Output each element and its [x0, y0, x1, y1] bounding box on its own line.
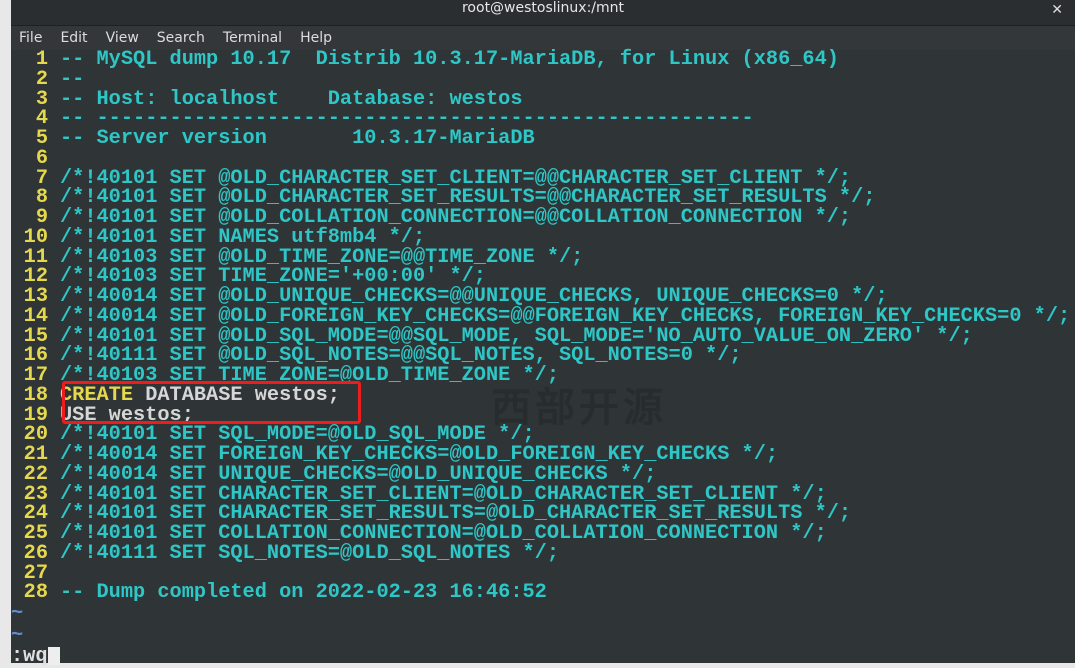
line-number: 6: [35, 146, 48, 170]
line-number: 14: [23, 304, 48, 328]
line-number: 10: [23, 225, 48, 249]
line-number: 18: [23, 383, 48, 407]
line-text: -- Dump completed on 2022-02-23 16:46:52: [60, 581, 547, 605]
code-line: 5 -- Server version 10.3.17-MariaDB: [11, 127, 1075, 150]
menu-help[interactable]: Help: [300, 26, 332, 50]
command-text: :wq: [11, 645, 48, 668]
highlight-box: [62, 381, 361, 424]
line-number: 17: [23, 364, 48, 387]
line-number: 13: [23, 285, 48, 308]
line-text: -- MySQL dump 10.17 Distrib 10.3.17-Mari…: [60, 48, 839, 71]
command-line[interactable]: :wq: [11, 646, 1075, 668]
watermark: 西部开源: [491, 385, 667, 431]
line-number: 22: [23, 462, 48, 486]
line-number: 9: [35, 206, 48, 229]
line-number: 26: [23, 541, 48, 565]
line-number: 5: [35, 127, 48, 150]
menu-edit[interactable]: Edit: [60, 26, 87, 50]
menu-file[interactable]: File: [19, 26, 42, 50]
empty-line-tilde: ~: [11, 623, 24, 647]
text-cursor: [47, 646, 60, 665]
title-bar: root@westoslinux:/mnt ✕: [11, 0, 1075, 26]
line-number: 21: [23, 443, 48, 466]
line-number: 2: [35, 67, 48, 91]
line-text: /*!40111 SET SQL_NOTES=@OLD_SQL_NOTES */…: [60, 541, 559, 565]
code-line: 28 -- Dump completed on 2022-02-23 16:46:…: [11, 583, 1075, 603]
terminal-window[interactable]: root@westoslinux:/mnt ✕ File Edit View Sear…: [11, 0, 1075, 668]
close-icon[interactable]: ✕: [1051, 2, 1063, 18]
line-number: 25: [23, 522, 48, 545]
menu-terminal[interactable]: Terminal: [223, 26, 282, 50]
menu-view[interactable]: View: [106, 26, 139, 50]
empty-line-tilde: ~: [11, 602, 24, 625]
vim-editor[interactable]: 1 -- MySQL dump 10.17 Distrib 10.3.17-Mar…: [11, 48, 1075, 668]
line-number: 28: [23, 581, 48, 605]
menu-bar: File Edit View Search Terminal Help: [11, 26, 1075, 50]
line-number: 1: [35, 48, 48, 71]
code-line: 1 -- MySQL dump 10.17 Distrib 10.3.17-Mar…: [11, 48, 1075, 71]
line-text: -- Server version 10.3.17-MariaDB: [60, 127, 535, 150]
window-title: root@westoslinux:/mnt: [461, 0, 625, 16]
code-line: 26 /*!40111 SET SQL_NOTES=@OLD_SQL_NOTES …: [11, 541, 1075, 565]
menu-search[interactable]: Search: [157, 26, 205, 50]
